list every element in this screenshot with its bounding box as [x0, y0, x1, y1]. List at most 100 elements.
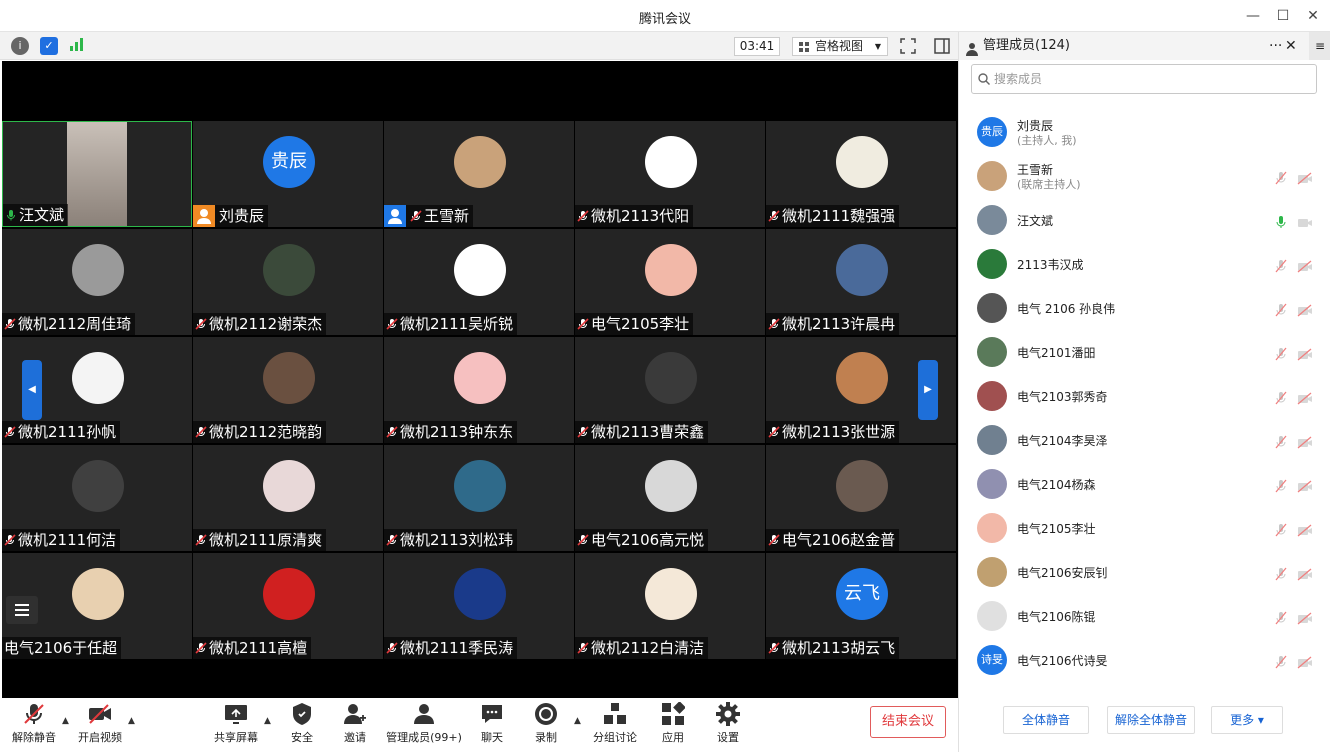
- participant-tile[interactable]: 微机2113曹荣鑫: [575, 337, 765, 443]
- participant-tile[interactable]: 贵辰 刘贵辰: [193, 121, 383, 227]
- microphone-muted-icon[interactable]: [1274, 610, 1288, 625]
- member-list-item[interactable]: 王雪新 (联席主持人): [959, 154, 1330, 198]
- participant-tile[interactable]: 电气2106赵金普: [766, 445, 956, 551]
- microphone-muted-icon[interactable]: [1274, 346, 1288, 361]
- participant-tile[interactable]: 微机2112谢荣杰: [193, 229, 383, 335]
- microphone-muted-icon[interactable]: [1274, 302, 1288, 317]
- share-screen-button[interactable]: 共享屏幕: [212, 702, 260, 745]
- next-page-arrow[interactable]: ▶: [918, 360, 938, 420]
- microphone-muted-icon[interactable]: [1274, 170, 1288, 185]
- camera-off-icon[interactable]: [1297, 170, 1313, 185]
- prev-page-arrow[interactable]: ◀: [22, 360, 42, 420]
- more-options-icon[interactable]: ···: [1269, 32, 1282, 60]
- share-options-chevron[interactable]: ▲: [264, 716, 271, 726]
- member-list-item[interactable]: 电气2104李昊泽: [959, 418, 1330, 462]
- title-bar: 腾讯会议 — ☐ ✕: [0, 0, 1330, 32]
- menu-icon[interactable]: ≡: [1309, 32, 1330, 60]
- participant-tile[interactable]: 汪文斌: [2, 121, 192, 227]
- participant-tile[interactable]: 云飞 微机2113胡云飞: [766, 553, 956, 659]
- member-list-item[interactable]: 电气 2106 孙良伟: [959, 286, 1330, 330]
- member-list-item[interactable]: 电气2101潘昍: [959, 330, 1330, 374]
- end-meeting-button[interactable]: 结束会议: [870, 706, 946, 738]
- participant-tile[interactable]: 微机2113钟东东: [384, 337, 574, 443]
- microphone-muted-icon[interactable]: [1274, 434, 1288, 449]
- member-search-input[interactable]: 搜索成员: [971, 64, 1317, 94]
- signal-icon[interactable]: [68, 37, 86, 55]
- participant-tile[interactable]: 微机2113许晨冉: [766, 229, 956, 335]
- participant-tile[interactable]: 微机2113刘松玮: [384, 445, 574, 551]
- member-list-item[interactable]: 诗旻 电气2106代诗旻: [959, 638, 1330, 682]
- participant-tile[interactable]: 微机2112白清洁: [575, 553, 765, 659]
- camera-off-icon[interactable]: [1297, 610, 1313, 625]
- member-list-item[interactable]: 电气2103郭秀奇: [959, 374, 1330, 418]
- manage-members-button[interactable]: 管理成员(99+): [382, 702, 466, 745]
- apps-button[interactable]: 应用: [655, 701, 691, 745]
- chevron-down-icon: ▼: [874, 42, 881, 51]
- unmute-button[interactable]: 解除静音: [10, 702, 58, 745]
- invite-button[interactable]: 邀请: [337, 702, 373, 745]
- fullscreen-icon[interactable]: [900, 38, 916, 58]
- member-list-item[interactable]: 电气2104杨森: [959, 462, 1330, 506]
- participant-tile[interactable]: 王雪新: [384, 121, 574, 227]
- close-icon[interactable]: ✕: [1300, 4, 1326, 28]
- chat-button[interactable]: 聊天: [474, 702, 510, 745]
- participant-tile[interactable]: 微机2111魏强强: [766, 121, 956, 227]
- participant-tile[interactable]: 电气2106高元悦: [575, 445, 765, 551]
- sidebar-toggle-icon[interactable]: [934, 38, 950, 58]
- member-list-item[interactable]: 电气2106陈锟: [959, 594, 1330, 638]
- maximize-icon[interactable]: ☐: [1270, 4, 1296, 28]
- security-button[interactable]: 安全: [284, 702, 320, 745]
- record-options-chevron[interactable]: ▲: [574, 716, 581, 726]
- participant-tile[interactable]: 微机2111何洁: [2, 445, 192, 551]
- participant-tile[interactable]: 电气2105李壮: [575, 229, 765, 335]
- camera-off-icon[interactable]: [1297, 654, 1313, 669]
- camera-off-icon[interactable]: [1297, 390, 1313, 405]
- more-button[interactable]: 更多 ▾: [1211, 706, 1283, 734]
- member-name: 电气2105李壮: [1017, 522, 1096, 536]
- camera-off-icon[interactable]: [1297, 346, 1313, 361]
- member-list-item[interactable]: 汪文斌: [959, 198, 1330, 242]
- microphone-muted-icon[interactable]: [1274, 390, 1288, 405]
- camera-off-icon[interactable]: [1297, 258, 1313, 273]
- record-button[interactable]: 录制: [528, 702, 564, 745]
- microphone-muted-icon: [195, 638, 207, 654]
- microphone-muted-icon[interactable]: [1274, 478, 1288, 493]
- camera-off-icon[interactable]: [1297, 478, 1313, 493]
- participant-name: 微机2111吴炘锐: [400, 315, 514, 333]
- start-video-button[interactable]: 开启视频: [76, 702, 124, 745]
- participant-tile[interactable]: 微机2111季民涛: [384, 553, 574, 659]
- minimize-icon[interactable]: —: [1240, 4, 1266, 28]
- camera-off-icon[interactable]: [1297, 522, 1313, 537]
- microphone-muted-icon[interactable]: [1274, 566, 1288, 581]
- list-view-icon[interactable]: [6, 596, 38, 624]
- member-list-item[interactable]: 贵辰 刘贵辰 (主持人, 我): [959, 110, 1330, 154]
- camera-off-icon[interactable]: [1297, 566, 1313, 581]
- view-mode-dropdown[interactable]: 宫格视图 ▼: [792, 37, 888, 56]
- participant-tile[interactable]: 微机2113代阳: [575, 121, 765, 227]
- participant-tile[interactable]: 微机2112周佳琦: [2, 229, 192, 335]
- participant-tile[interactable]: 微机2111高檀: [193, 553, 383, 659]
- audio-options-chevron[interactable]: ▲: [62, 716, 69, 726]
- mute-all-button[interactable]: 全体静音: [1003, 706, 1089, 734]
- camera-off-icon[interactable]: [1297, 302, 1313, 317]
- microphone-muted-icon[interactable]: [1274, 258, 1288, 273]
- close-panel-icon[interactable]: ✕: [1285, 32, 1297, 60]
- member-list-item[interactable]: 电气2106安辰钊: [959, 550, 1330, 594]
- member-list-item[interactable]: 2113韦汉成: [959, 242, 1330, 286]
- participant-tile[interactable]: 微机2111原清爽: [193, 445, 383, 551]
- settings-button[interactable]: 设置: [710, 702, 746, 745]
- camera-off-icon[interactable]: [1297, 214, 1313, 227]
- shield-icon[interactable]: ✓: [40, 37, 58, 55]
- member-list-item[interactable]: 电气2105李壮: [959, 506, 1330, 550]
- microphone-muted-icon[interactable]: [1274, 654, 1288, 669]
- participant-name: 电气2106赵金普: [782, 531, 896, 549]
- info-icon[interactable]: i: [11, 37, 29, 55]
- breakout-rooms-button[interactable]: 分组讨论: [590, 702, 640, 745]
- microphone-on-icon[interactable]: [1274, 214, 1288, 228]
- microphone-muted-icon[interactable]: [1274, 522, 1288, 537]
- participant-tile[interactable]: 微机2111吴炘锐: [384, 229, 574, 335]
- participant-tile[interactable]: 微机2112范晓韵: [193, 337, 383, 443]
- video-options-chevron[interactable]: ▲: [128, 716, 135, 726]
- unmute-all-button[interactable]: 解除全体静音: [1107, 706, 1195, 734]
- camera-off-icon[interactable]: [1297, 434, 1313, 449]
